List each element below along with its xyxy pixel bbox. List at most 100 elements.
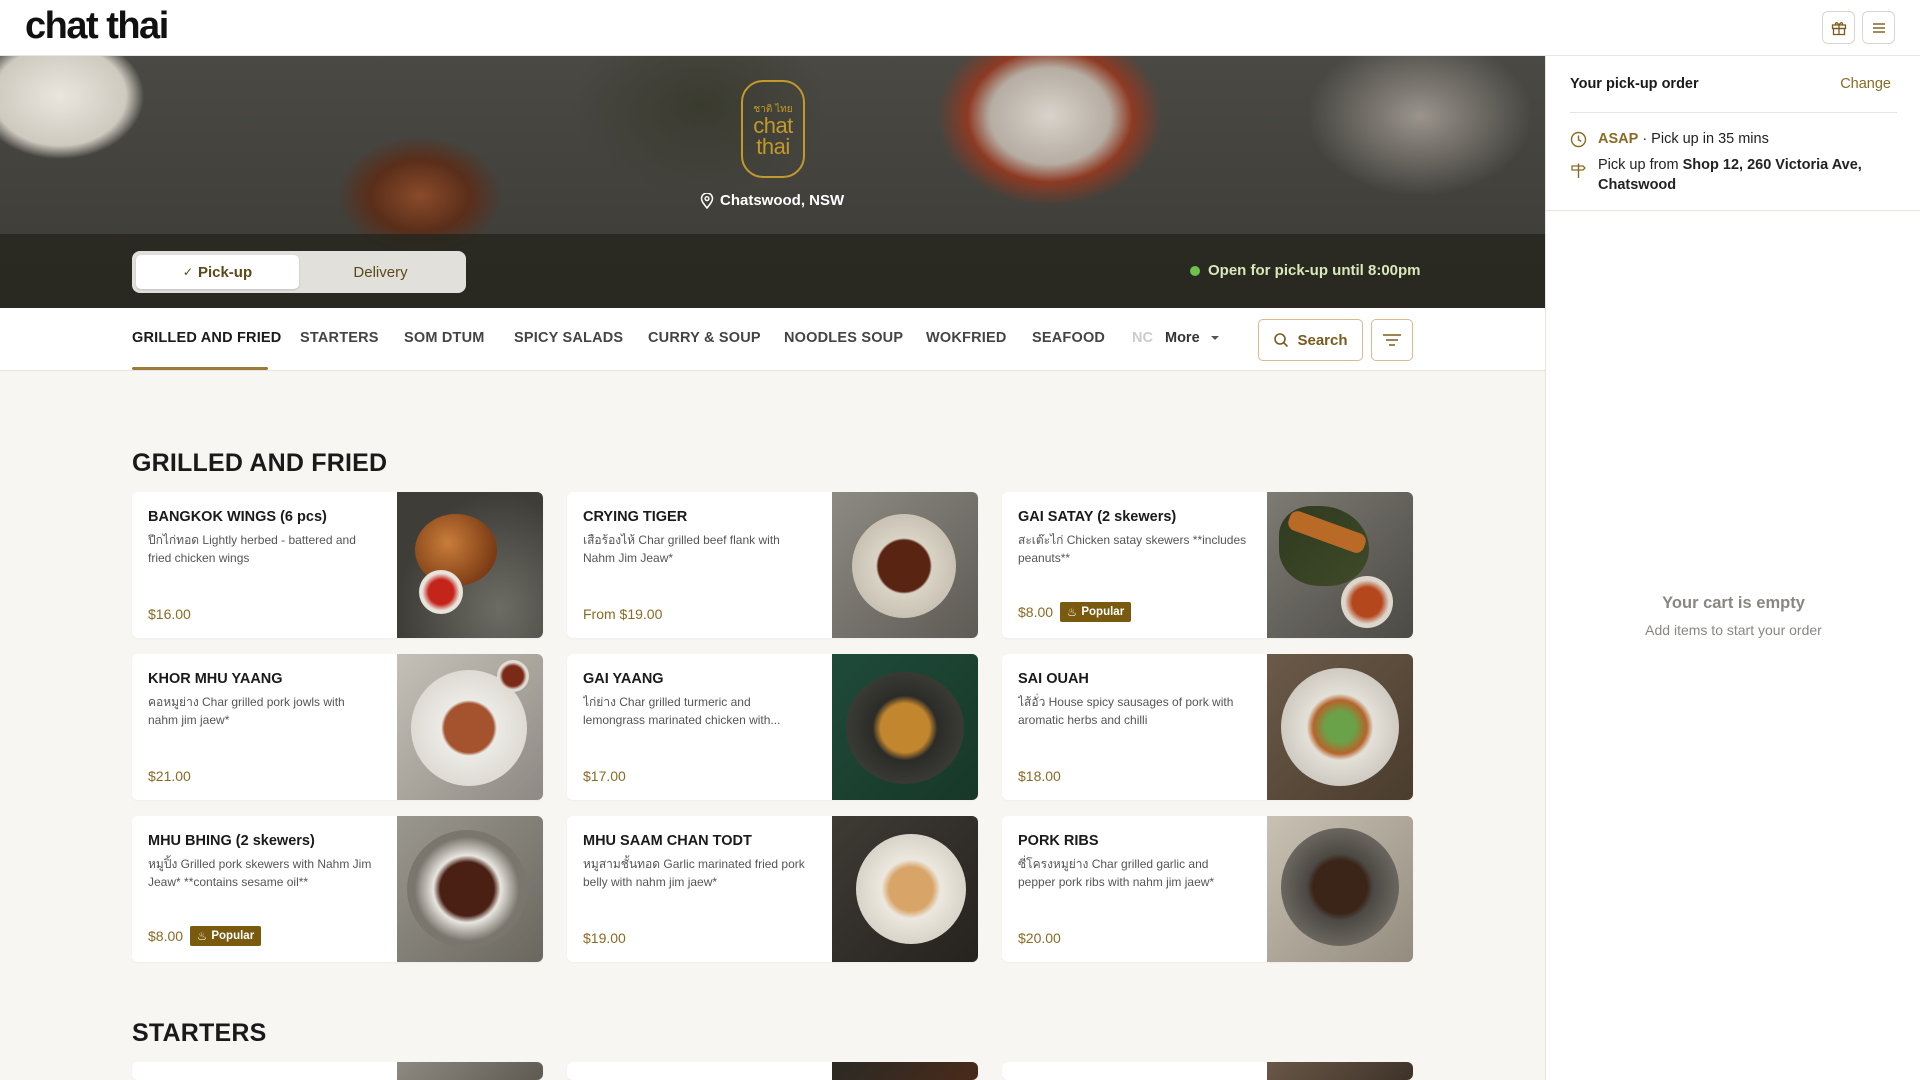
item-name: CRYING TIGER <box>583 509 688 525</box>
item-photo <box>832 816 978 962</box>
delivery-option[interactable]: Delivery <box>299 255 462 289</box>
item-photo <box>397 654 543 800</box>
pickup-option[interactable]: ✓ Pick-up <box>136 255 299 289</box>
order-panel-header: Your pick-up order Change <box>1570 76 1897 113</box>
store-location: Chatswood, NSW <box>700 192 850 209</box>
search-button[interactable]: Search <box>1258 319 1363 361</box>
item-price: $21.00 <box>148 768 191 784</box>
item-description: ซี่โครงหมูย่าง Char grilled garlic and p… <box>1018 857 1215 889</box>
item-price: $16.00 <box>148 606 191 622</box>
active-tab-indicator <box>132 367 268 370</box>
menu-item-card[interactable] <box>567 1062 978 1080</box>
item-price: From $19.00 <box>583 606 663 622</box>
gift-button[interactable] <box>1822 11 1855 44</box>
filter-button[interactable] <box>1371 319 1413 361</box>
item-price: $17.00 <box>583 768 626 784</box>
empty-cart-title: Your cart is empty <box>1662 594 1805 612</box>
flame-icon: ♨ <box>1067 607 1078 619</box>
item-price: $19.00 <box>583 930 626 946</box>
item-photo <box>1267 1062 1413 1080</box>
check-icon: ✓ <box>182 265 193 279</box>
tab-grilled-and-fried[interactable]: GRILLED AND FRIED <box>132 330 281 346</box>
menu-item-card[interactable]: KHOR MHU YAANG คอหมูย่าง Char grilled po… <box>132 654 543 800</box>
badge-label: Popular <box>1081 606 1125 618</box>
item-name: GAI YAANG <box>583 671 664 687</box>
pickup-from-label: Pick up from <box>1598 157 1683 173</box>
item-description: หมูสามชั้นทอด Garlic marinated fried por… <box>583 857 805 889</box>
menu-item-card[interactable]: PORK RIBS ซี่โครงหมูย่าง Char grilled ga… <box>1002 816 1413 962</box>
more-categories-button[interactable]: More <box>1165 330 1220 346</box>
item-price: $8.00 <box>1018 604 1054 620</box>
tab-spicy-salads[interactable]: SPICY SALADS <box>514 330 623 346</box>
category-nav: GRILLED AND FRIED STARTERS SOM DTUM SPIC… <box>0 308 1545 371</box>
item-price: $18.00 <box>1018 768 1061 784</box>
item-photo <box>1267 816 1413 962</box>
status-dot-icon <box>1190 265 1200 276</box>
tab-seafood[interactable]: SEAFOOD <box>1032 330 1105 346</box>
flame-icon: ♨ <box>197 931 208 943</box>
item-photo <box>832 492 978 638</box>
item-name: SAI OUAH <box>1018 671 1089 687</box>
item-description: ไส้อั่ว House spicy sausages of pork wit… <box>1018 695 1234 727</box>
order-mode-toggle[interactable]: ✓ Pick-up Delivery <box>132 251 466 293</box>
menu-item-card[interactable]: SAI OUAH ไส้อั่ว House spicy sausages of… <box>1002 654 1413 800</box>
item-photo <box>1267 492 1413 638</box>
store-location-text: Chatswood, NSW <box>720 192 845 209</box>
tab-curry-soup[interactable]: CURRY & SOUP <box>648 330 761 346</box>
menu-item-card[interactable]: GAI SATAY (2 skewers) สะเต๊ะไก่ Chicken … <box>1002 492 1413 638</box>
menu-item-card[interactable]: GAI YAANG ไก่ย่าง Char grilled turmeric … <box>567 654 978 800</box>
tab-starters[interactable]: STARTERS <box>300 330 379 346</box>
location-pin-icon <box>700 192 714 209</box>
item-price: $20.00 <box>1018 930 1061 946</box>
filter-icon <box>1383 334 1401 346</box>
open-status: Open for pick-up until 8:00pm <box>1190 262 1421 279</box>
section-title-grilled: GRILLED AND FRIED <box>132 449 388 477</box>
tab-som-dtum[interactable]: SOM DTUM <box>404 330 485 346</box>
tab-wokfried[interactable]: WOKFRIED <box>926 330 1007 346</box>
hamburger-menu-icon <box>1872 22 1885 33</box>
tab-truncated[interactable]: NC <box>1132 330 1164 350</box>
item-description: ปีกไก่ทอด Lightly herbed - battered and … <box>148 533 356 565</box>
item-name: MHU SAAM CHAN TODT <box>583 833 752 849</box>
more-label: More <box>1165 330 1200 346</box>
pickup-time-row: ASAP · Pick up in 35 mins <box>1570 129 1769 149</box>
item-description: คอหมูย่าง Char grilled pork jowls with n… <box>148 695 345 727</box>
search-label: Search <box>1297 331 1348 349</box>
menu-item-card[interactable]: BANGKOK WINGS (6 pcs) ปีกไก่ทอด Lightly … <box>132 492 543 638</box>
menu-item-card[interactable]: CRYING TIGER เสือร้องไห้ Char grilled be… <box>567 492 978 638</box>
menu-item-card[interactable]: MHU SAAM CHAN TODT หมูสามชั้นทอด Garlic … <box>567 816 978 962</box>
pickup-location-row: Pick up from Shop 12, 260 Victoria Ave, … <box>1570 155 1890 195</box>
menu-button[interactable] <box>1862 11 1895 44</box>
logo-word-2: thai <box>756 133 790 159</box>
pickup-time-text: · Pick up in 35 mins <box>1638 131 1769 147</box>
badge-label: Popular <box>211 930 255 942</box>
tab-noodles-soup[interactable]: NOODLES SOUP <box>784 330 903 346</box>
restaurant-logo: ชาติ ไทย chat thai <box>741 80 805 178</box>
pickup-option-label: Pick-up <box>197 263 253 281</box>
popular-badge: ♨ Popular <box>1060 602 1132 622</box>
signpost-icon <box>1571 163 1586 178</box>
item-photo <box>832 654 978 800</box>
asap-label: ASAP <box>1598 131 1639 147</box>
item-description: ไก่ย่าง Char grilled turmeric and lemong… <box>583 695 781 727</box>
menu-item-card[interactable] <box>1002 1062 1413 1080</box>
item-photo <box>397 492 543 638</box>
brand-logo[interactable]: chat thai <box>25 5 169 48</box>
item-photo <box>832 1062 978 1080</box>
item-price: $8.00 <box>148 928 184 944</box>
item-photo <box>397 1062 543 1080</box>
clock-icon <box>1570 131 1587 148</box>
order-panel: Your pick-up order Change ASAP · Pick up… <box>1545 56 1920 1080</box>
menu-item-card[interactable] <box>132 1062 543 1080</box>
item-description: สะเต๊ะไก่ Chicken satay skewers **includ… <box>1018 533 1247 565</box>
item-description: เสือร้องไห้ Char grilled beef flank with… <box>583 533 780 565</box>
menu-item-card[interactable]: MHU BHING (2 skewers) หมูปิ้ง Grilled po… <box>132 816 543 962</box>
change-order-link[interactable]: Change <box>1840 76 1891 92</box>
search-icon <box>1274 333 1289 348</box>
empty-cart-subtitle: Add items to start your order <box>1645 622 1822 638</box>
item-name: PORK RIBS <box>1018 833 1099 849</box>
item-description: หมูปิ้ง Grilled pork skewers with Nahm J… <box>148 857 372 889</box>
item-name: GAI SATAY (2 skewers) <box>1018 509 1177 525</box>
hero-banner: ชาติ ไทย chat thai Chatswood, NSW ✓ Pick… <box>0 56 1545 308</box>
popular-badge: ♨ Popular <box>190 926 262 946</box>
